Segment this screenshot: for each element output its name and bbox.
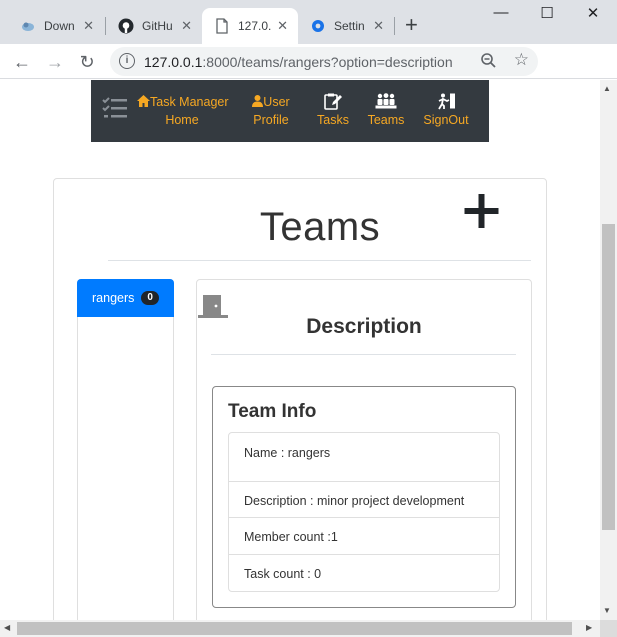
- url-text[interactable]: 127.0.0.1:8000/teams/rangers?option=desc…: [144, 54, 453, 70]
- page-icon: [216, 18, 228, 34]
- count-badge: 0: [141, 291, 159, 305]
- window-close-button[interactable]: ✕: [570, 4, 616, 22]
- list-item: Name : rangers: [229, 433, 499, 482]
- team-name-value: Name : rangers: [244, 446, 331, 460]
- app-navbar: Task Manager Home User Profile Tasks Tea…: [91, 80, 489, 142]
- nav-home-label-2: Home: [165, 113, 199, 127]
- team-info-title: Team Info: [228, 401, 317, 422]
- tab-settings[interactable]: Settin ✕: [298, 8, 394, 44]
- vertical-scrollbar[interactable]: ▲ ▼: [600, 80, 617, 620]
- scroll-right-icon[interactable]: ▶: [586, 623, 592, 632]
- close-icon[interactable]: ✕: [181, 18, 192, 34]
- team-list: rangers 0: [77, 279, 174, 620]
- nav-signout[interactable]: SignOut: [421, 93, 471, 129]
- tab-title: Down: [44, 19, 75, 33]
- team-description-value: Description : minor project development: [244, 494, 465, 508]
- vertical-scroll-thumb[interactable]: [602, 224, 615, 530]
- horizontal-scrollbar[interactable]: ◀ ▶: [0, 620, 600, 637]
- github-icon: [118, 18, 134, 34]
- nav-signout-label: SignOut: [423, 113, 469, 127]
- nav-tasks[interactable]: Tasks: [313, 93, 353, 129]
- member-count-value: Member count :1: [244, 530, 338, 544]
- url-path: :8000/teams/rangers?option=description: [202, 54, 453, 70]
- team-icon: [375, 93, 397, 109]
- list-item-rangers[interactable]: rangers 0: [77, 279, 174, 317]
- url-host: 127.0.0.1: [144, 54, 203, 70]
- list-item: Description : minor project development: [229, 482, 499, 518]
- clipboard-edit-icon: [324, 93, 342, 110]
- browser-toolbar: ← → ↻ i 127.0.0.1:8000/teams/rangers?opt…: [0, 44, 617, 116]
- maximize-button[interactable]: ☐: [524, 4, 570, 22]
- user-icon: [252, 95, 264, 107]
- tab-active-page[interactable]: 127.0. ✕: [202, 8, 298, 44]
- page-viewport: Task Manager Home User Profile Tasks Tea…: [0, 80, 600, 620]
- signout-icon: [438, 93, 455, 110]
- minimize-button[interactable]: —: [478, 4, 524, 21]
- tab-title: GitHu: [142, 19, 173, 33]
- list-item: Task count : 0: [229, 555, 499, 591]
- scroll-down-icon[interactable]: ▼: [603, 606, 611, 615]
- back-button[interactable]: ←: [10, 50, 34, 74]
- nav-teams[interactable]: Teams: [365, 93, 407, 129]
- tab-downloads[interactable]: Down ✕: [8, 8, 104, 44]
- nav-home-label: Task Manager: [150, 95, 229, 109]
- zoom-out-icon[interactable]: [480, 52, 498, 70]
- nav-profile[interactable]: User Profile: [245, 93, 297, 129]
- panel-heading: Description: [306, 315, 422, 338]
- nav-profile-label-2: Profile: [253, 113, 289, 127]
- reload-button[interactable]: ↻: [75, 50, 99, 74]
- horizontal-scroll-thumb[interactable]: [17, 622, 572, 635]
- info-icon[interactable]: i: [119, 53, 135, 69]
- task-count-value: Task count : 0: [244, 567, 322, 581]
- add-team-button[interactable]: [462, 192, 502, 232]
- nav-profile-label: User: [263, 95, 290, 109]
- list-item: Member count :1: [229, 518, 499, 555]
- nav-tasks-label: Tasks: [317, 113, 349, 127]
- scroll-up-icon[interactable]: ▲: [603, 84, 611, 93]
- close-icon[interactable]: ✕: [373, 18, 384, 34]
- address-bar[interactable]: i 127.0.0.1:8000/teams/rangers?option=de…: [110, 47, 538, 76]
- title-divider: [108, 260, 531, 261]
- task-list-icon[interactable]: [102, 96, 128, 122]
- team-name: rangers: [92, 291, 135, 305]
- forward-button[interactable]: →: [43, 50, 67, 74]
- bookmark-star-icon[interactable]: ☆: [514, 50, 529, 70]
- team-info-list: Name : rangers Description : minor proje…: [228, 432, 500, 592]
- nav-teams-label: Teams: [367, 113, 405, 127]
- home-icon: [137, 95, 150, 107]
- scrollbar-corner: [600, 620, 617, 637]
- close-icon[interactable]: ✕: [83, 18, 94, 34]
- scroll-left-icon[interactable]: ◀: [4, 623, 10, 632]
- tab-strip: Down ✕ GitHu ✕ 127.0. ✕ Settin ✕ + — ☐ ✕: [0, 0, 617, 44]
- tab-separator: [394, 17, 395, 35]
- nav-home[interactable]: Task Manager Home: [137, 93, 229, 129]
- gear-icon: [312, 20, 324, 32]
- close-icon[interactable]: ✕: [277, 18, 288, 34]
- tab-title: 127.0.: [238, 19, 272, 33]
- panel-divider: [211, 354, 516, 355]
- tab-title: Settin: [334, 19, 365, 33]
- browser-window: Down ✕ GitHu ✕ 127.0. ✕ Settin ✕ + — ☐ ✕…: [0, 0, 617, 637]
- new-tab-button[interactable]: +: [405, 14, 418, 36]
- cloud-bird-icon: [22, 22, 34, 31]
- page-title: Teams: [259, 205, 381, 249]
- tab-github[interactable]: GitHu ✕: [106, 8, 202, 44]
